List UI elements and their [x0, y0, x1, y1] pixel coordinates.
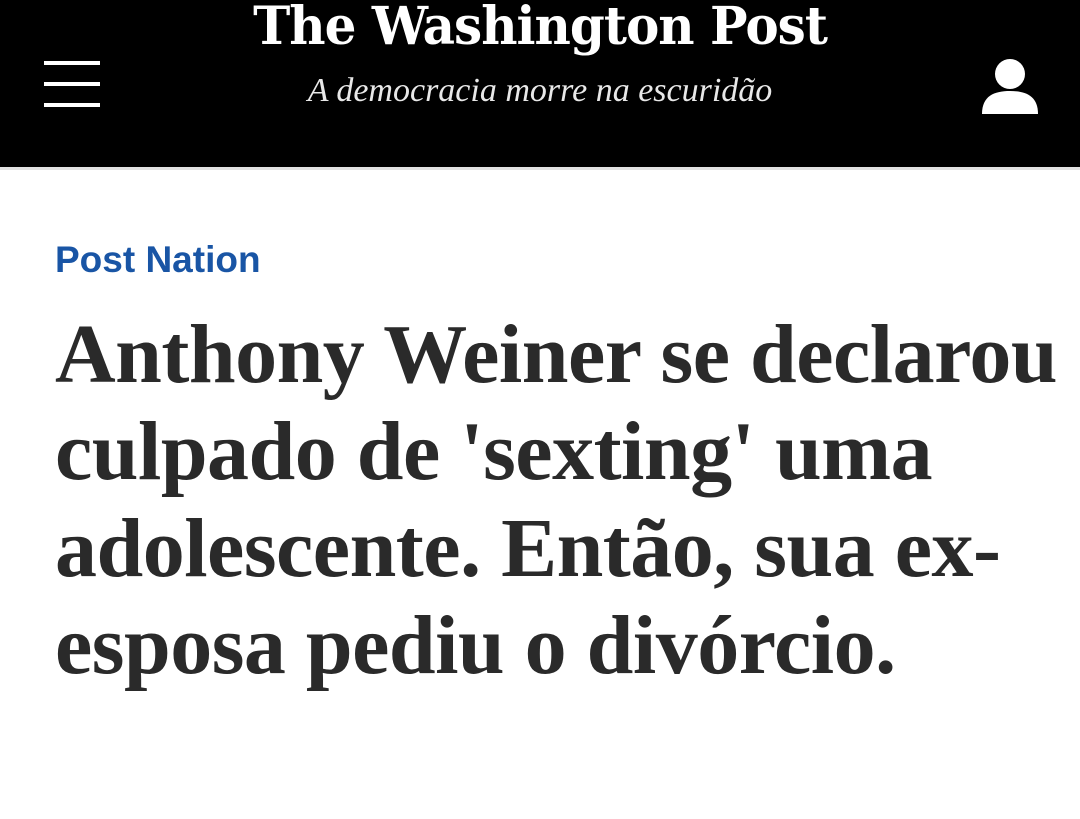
- site-tagline: A democracia morre na escuridão: [307, 72, 773, 109]
- user-account-icon: [982, 59, 1038, 114]
- header-divider: [0, 167, 1080, 170]
- menu-button[interactable]: [30, 52, 114, 118]
- account-button[interactable]: [972, 56, 1048, 122]
- article-page: The Washington Post A democracia morre n…: [0, 0, 1080, 819]
- hamburger-menu-icon: [44, 61, 100, 107]
- site-logo[interactable]: The Washington Post: [240, 0, 840, 68]
- section-kicker-link[interactable]: Post Nation: [55, 236, 261, 284]
- site-header: The Washington Post A democracia morre n…: [0, 0, 1080, 167]
- article-headline: Anthony Weiner se declarou culpado de 's…: [55, 308, 1058, 692]
